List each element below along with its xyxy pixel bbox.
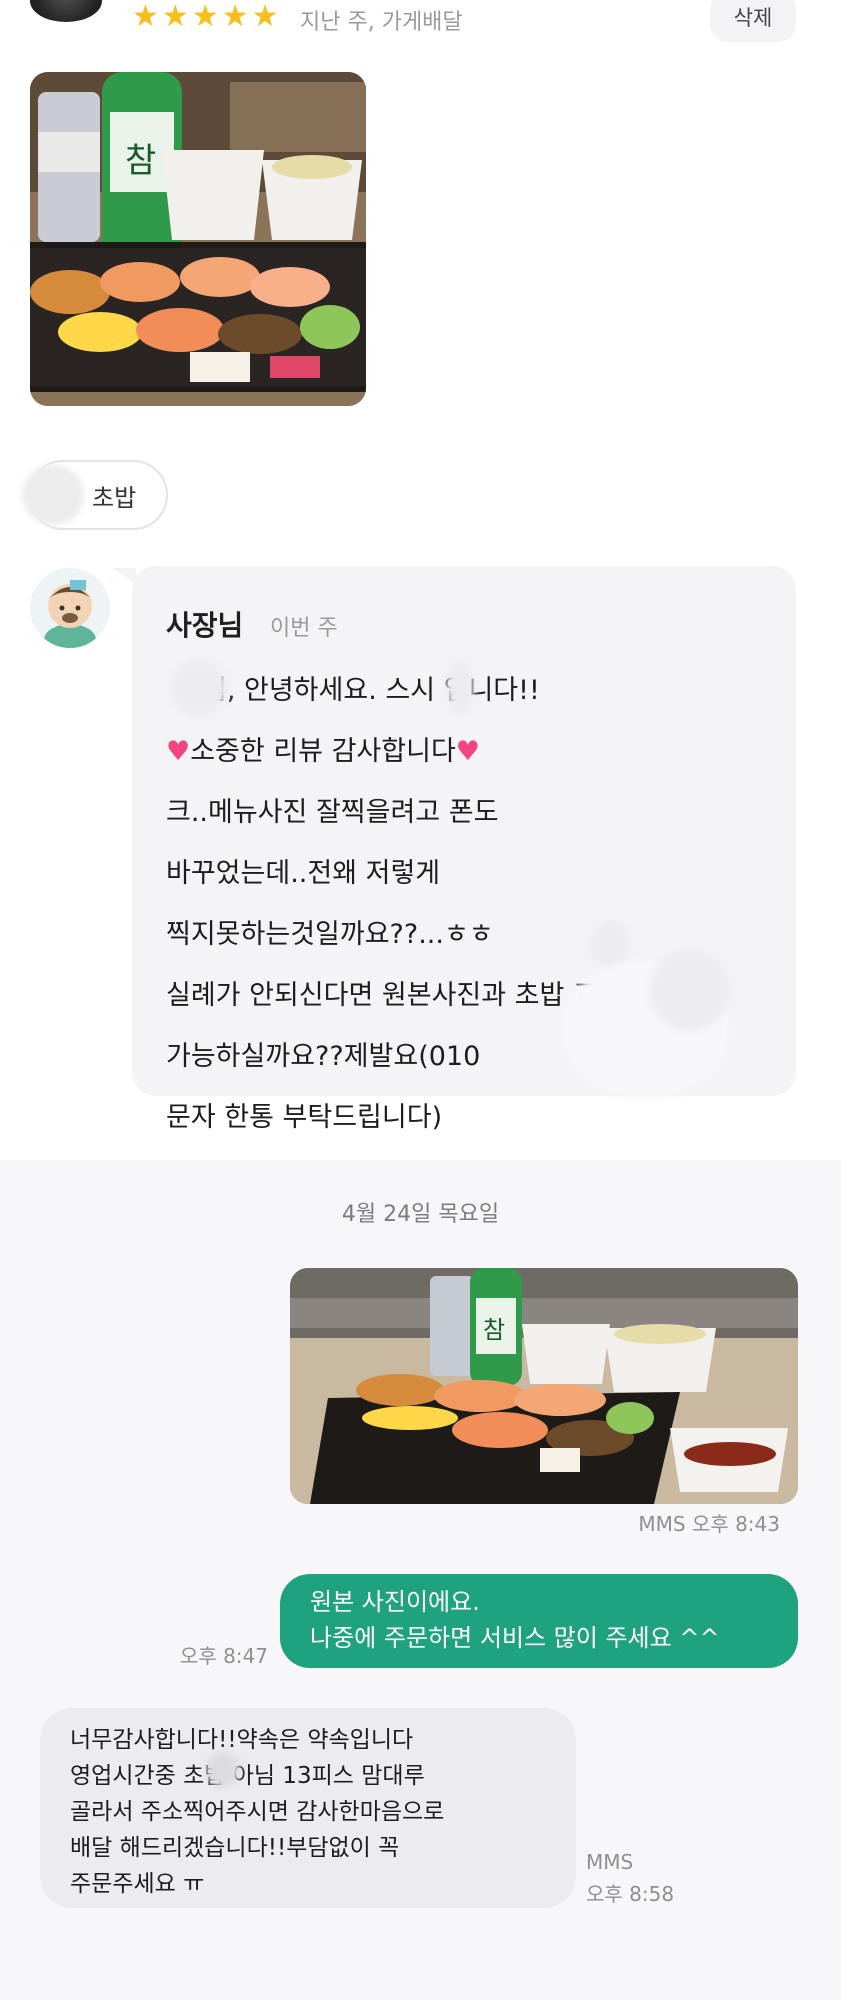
message-line: 원본 사진이에요.: [310, 1588, 480, 1616]
message-line: 배달 해드리겠습니다!!부담없이 꼭: [70, 1835, 400, 1861]
heart-icon: ♥: [166, 736, 191, 767]
review-meta: 지난 주, 가게배달: [300, 10, 463, 35]
star-icon: ★: [221, 0, 249, 34]
reply-line: 크..메뉴사진 잘찍을려고 폰도: [166, 797, 499, 828]
owner-avatar: [30, 568, 110, 648]
message-line: 너무감사합니다!!약속은 약속입니다: [70, 1727, 414, 1753]
review-photo[interactable]: 참: [30, 72, 366, 406]
message-line: 나중에 주문하면 서비스 많이 주세요 ^^: [310, 1624, 720, 1652]
received-message-bubble[interactable]: 너무감사합니다!!약속은 약속입니다 영업시간중 초밥 아님 13피스 맘대루 …: [40, 1708, 576, 1908]
reply-line: ♥소중한 리뷰 감사합니다♥: [166, 736, 481, 767]
reply-line: 문자 한통 부탁드립니다): [166, 1102, 443, 1133]
blurred-region: [650, 950, 730, 1030]
message-type-label: MMS: [586, 1850, 634, 1874]
blurred-region: [170, 660, 228, 716]
svg-text:참: 참: [483, 1316, 505, 1344]
received-timestamp: MMS 오후 8:58: [586, 1846, 674, 1910]
star-icon: ★: [132, 0, 159, 34]
message-line: 주문주세요 ㅠ: [70, 1871, 205, 1897]
sent-message-bubble[interactable]: 원본 사진이에요. 나중에 주문하면 서비스 많이 주세요 ^^: [280, 1574, 798, 1668]
svg-text:참: 참: [125, 141, 156, 181]
rating-stars: ★ ★ ★ ★ ★: [132, 0, 279, 34]
message-line: 골라서 주소찍어주시면 감사한마음으로: [70, 1799, 445, 1825]
star-icon: ★: [251, 0, 279, 34]
heart-icon: ♥: [455, 736, 481, 767]
blurred-region: [446, 660, 474, 714]
owner-name: 사장님: [166, 609, 244, 642]
owner-reply-time: 이번 주: [270, 616, 338, 641]
message-timestamp: MMS 오후 8:43: [638, 1512, 780, 1536]
reply-line: 바꾸었는데..전왜 저렇게: [166, 858, 441, 889]
blurred-region: [206, 1752, 240, 1788]
message-timestamp: 오후 8:58: [586, 1882, 675, 1906]
blurred-region: [22, 465, 84, 525]
message-timestamp: 오후 8:47: [179, 1644, 268, 1668]
date-separator: 4월 24일 목요일: [341, 1202, 500, 1227]
delete-button[interactable]: 삭제: [710, 0, 796, 42]
menu-chip-label: 초밥: [92, 483, 137, 512]
message-line: 영업시간중 초밥 아님 13피스 맘대루: [70, 1763, 425, 1789]
sent-photo-message[interactable]: 참: [290, 1268, 798, 1504]
reviewer-avatar: [30, 0, 102, 22]
star-icon: ★: [191, 0, 219, 34]
star-icon: ★: [161, 0, 189, 34]
